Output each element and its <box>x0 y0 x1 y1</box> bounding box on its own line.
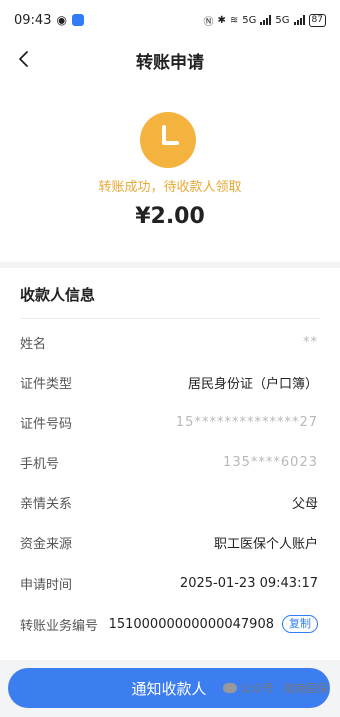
status-bar: 09:43 ◉ Ⓝ ✱ ≋ 5G 5G 87 <box>0 0 340 40</box>
row-relation: 亲情关系 父母 <box>20 490 318 514</box>
row-label: 申请时间 <box>20 577 73 593</box>
clock-icon <box>140 112 196 168</box>
row-label: 手机号 <box>20 456 60 472</box>
row-value: 居民身份证（户口簿） <box>187 376 318 392</box>
row-label: 资金来源 <box>20 536 73 552</box>
transfer-amount: ¥2.00 <box>135 204 205 229</box>
card-title: 收款人信息 <box>20 286 96 304</box>
eye-icon: ◉ <box>56 13 67 27</box>
row-value: ** <box>303 334 318 350</box>
row-value: 父母 <box>291 496 318 512</box>
nfc-icon: Ⓝ <box>203 16 214 28</box>
battery-icon: 87 <box>308 13 326 27</box>
payee-info-card: 收款人信息 姓名 ** 证件类型 居民身份证（户口簿） 证件号码 15*****… <box>0 268 340 660</box>
message-app-icon <box>71 14 84 26</box>
chevron-left-icon <box>19 51 28 67</box>
status-right: Ⓝ ✱ ≋ 5G 5G 87 <box>204 13 326 28</box>
row-label: 证件号码 <box>20 416 73 432</box>
row-value: 135****6023 <box>223 454 318 470</box>
row-name: 姓名 ** <box>20 330 318 354</box>
row-label: 亲情关系 <box>20 496 73 512</box>
wifi-icon: ≋ <box>229 14 239 26</box>
watermark-text: 公众号 · 陇南医保 <box>240 682 329 695</box>
page-title: 转账申请 <box>136 52 204 73</box>
row-apply-time: 申请时间 2025-01-23 09:43:17 <box>20 571 318 595</box>
row-phone: 手机号 135****6023 <box>20 450 318 474</box>
row-value: 职工医保个人账户 <box>213 536 318 552</box>
bluetooth-icon: ✱ <box>217 14 226 26</box>
status-time: 09:43 <box>14 12 52 28</box>
row-value: 2025-01-23 09:43:17 <box>179 575 318 591</box>
row-label: 姓名 <box>20 336 47 352</box>
network-type-label-2: 5G <box>275 14 290 26</box>
row-transfer-number: 转账业务编号 15100000000000047908 复制 <box>20 612 318 636</box>
row-label: 转账业务编号 <box>20 618 99 634</box>
row-id-number: 证件号码 15**************27 <box>20 410 318 434</box>
row-value-group: 15100000000000047908 复制 <box>109 615 318 633</box>
signal-icon-2 <box>293 15 305 25</box>
watermark: 公众号 · 陇南医保 <box>222 680 329 696</box>
row-value: 15**************27 <box>175 414 318 430</box>
network-type-label: 5G <box>242 14 257 26</box>
nav-bar: 转账申请 <box>0 40 340 80</box>
status-left: 09:43 ◉ <box>14 13 84 28</box>
result-hero: 转账成功，待收款人领取 ¥2.00 <box>0 80 340 262</box>
back-button[interactable] <box>10 46 36 72</box>
row-label: 证件类型 <box>20 376 73 392</box>
transfer-status-text: 转账成功，待收款人领取 <box>98 180 242 195</box>
row-fund-source: 资金来源 职工医保个人账户 <box>20 530 318 554</box>
row-value: 15100000000000047908 <box>108 616 274 632</box>
row-id-type: 证件类型 居民身份证（户口簿） <box>20 370 318 394</box>
signal-icon <box>260 15 272 25</box>
copy-button[interactable]: 复制 <box>282 615 318 633</box>
wechat-icon <box>222 683 237 693</box>
divider <box>20 318 320 319</box>
